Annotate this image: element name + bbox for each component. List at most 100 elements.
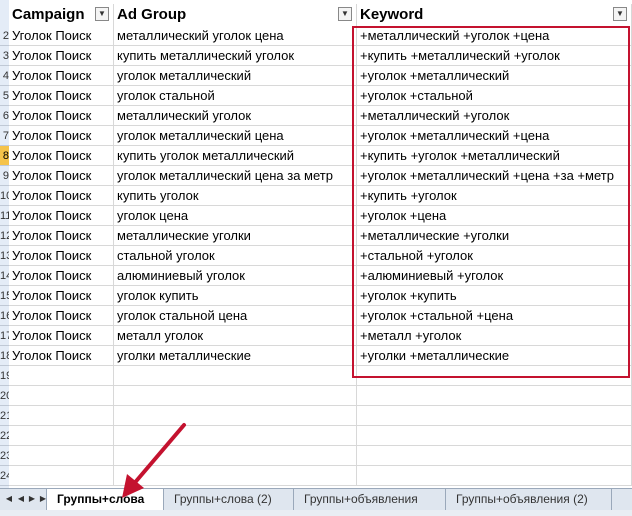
adgroup-cell[interactable] xyxy=(114,406,357,426)
campaign-cell[interactable]: Уголок Поиск xyxy=(9,306,114,326)
keyword-cell[interactable]: +купить +уголок +металлический xyxy=(357,146,632,166)
sheet-tab-0[interactable]: Группы+слова xyxy=(46,489,164,510)
row-number[interactable]: 2 xyxy=(0,26,9,46)
campaign-cell[interactable]: Уголок Поиск xyxy=(9,226,114,246)
row-number[interactable]: 20 xyxy=(0,386,9,406)
adgroup-cell[interactable]: металлический уголок xyxy=(114,106,357,126)
keyword-cell[interactable]: +уголок +цена xyxy=(357,206,632,226)
campaign-cell[interactable]: Уголок Поиск xyxy=(9,146,114,166)
adgroup-cell[interactable]: купить металлический уголок xyxy=(114,46,357,66)
keyword-cell[interactable]: +уголки +металлические xyxy=(357,346,632,366)
row-number[interactable]: 7 xyxy=(0,126,9,146)
campaign-cell[interactable]: Уголок Поиск xyxy=(9,186,114,206)
row-number[interactable]: 9 xyxy=(0,166,9,186)
campaign-cell[interactable] xyxy=(9,466,114,486)
adgroup-cell[interactable]: алюминиевый уголок xyxy=(114,266,357,286)
campaign-cell[interactable]: Уголок Поиск xyxy=(9,126,114,146)
row-number[interactable]: 10 xyxy=(0,186,9,206)
campaign-cell[interactable]: Уголок Поиск xyxy=(9,86,114,106)
keyword-cell[interactable]: +уголок +металлический +цена +за +метр xyxy=(357,166,632,186)
next-sheet-icon[interactable]: ▶ xyxy=(27,493,37,505)
adgroup-cell[interactable] xyxy=(114,426,357,446)
campaign-cell[interactable]: Уголок Поиск xyxy=(9,106,114,126)
row-number[interactable]: 21 xyxy=(0,406,9,426)
adgroup-cell[interactable]: уголок металлический xyxy=(114,66,357,86)
spreadsheet-grid[interactable]: 23456789101112131415161718192021222324 C… xyxy=(0,0,632,488)
row-number[interactable]: 14 xyxy=(0,266,9,286)
adgroup-cell[interactable]: уголок металлический цена за метр xyxy=(114,166,357,186)
adgroup-cell[interactable] xyxy=(114,466,357,486)
row-number[interactable]: 8 xyxy=(0,146,9,166)
campaign-cell[interactable]: Уголок Поиск xyxy=(9,266,114,286)
adgroup-cell[interactable]: уголок купить xyxy=(114,286,357,306)
campaign-cell[interactable]: Уголок Поиск xyxy=(9,206,114,226)
sheet-tab-3[interactable]: Группы+объявления (2) xyxy=(446,489,612,510)
keyword-cell[interactable]: +уголок +стальной xyxy=(357,86,632,106)
adgroup-cell[interactable]: уголок металлический цена xyxy=(114,126,357,146)
campaign-cell[interactable] xyxy=(9,386,114,406)
row-number[interactable]: 16 xyxy=(0,306,9,326)
row-number[interactable]: 17 xyxy=(0,326,9,346)
keyword-cell[interactable]: +стальной +уголок xyxy=(357,246,632,266)
adgroup-cell[interactable] xyxy=(114,386,357,406)
campaign-cell[interactable]: Уголок Поиск xyxy=(9,26,114,46)
adgroup-cell[interactable]: металл уголок xyxy=(114,326,357,346)
keyword-cell[interactable]: +металл +уголок xyxy=(357,326,632,346)
adgroup-cell[interactable] xyxy=(114,366,357,386)
adgroup-cell[interactable]: уголки металлические xyxy=(114,346,357,366)
row-number[interactable]: 15 xyxy=(0,286,9,306)
first-sheet-icon[interactable]: ◀ xyxy=(4,493,14,505)
keyword-cell[interactable]: +уголок +металлический xyxy=(357,66,632,86)
campaign-cell[interactable]: Уголок Поиск xyxy=(9,346,114,366)
keyword-cell[interactable]: +металлический +уголок xyxy=(357,106,632,126)
keyword-cell[interactable]: +уголок +купить xyxy=(357,286,632,306)
header-keyword[interactable]: Keyword ▼ xyxy=(357,4,632,26)
campaign-cell[interactable] xyxy=(9,426,114,446)
keyword-cell[interactable] xyxy=(357,446,632,466)
adgroup-cell[interactable]: уголок стальной xyxy=(114,86,357,106)
campaign-cell[interactable] xyxy=(9,406,114,426)
row-number[interactable]: 11 xyxy=(0,206,9,226)
filter-dropdown-icon[interactable]: ▼ xyxy=(95,7,109,21)
adgroup-cell[interactable]: купить уголок металлический xyxy=(114,146,357,166)
sheet-tab-1[interactable]: Группы+слова (2) xyxy=(164,489,294,510)
row-number[interactable]: 13 xyxy=(0,246,9,266)
campaign-cell[interactable] xyxy=(9,446,114,466)
sheet-tab-2[interactable]: Группы+объявления xyxy=(294,489,446,510)
keyword-cell[interactable]: +купить +уголок xyxy=(357,186,632,206)
keyword-cell[interactable]: +купить +металлический +уголок xyxy=(357,46,632,66)
row-number[interactable]: 18 xyxy=(0,346,9,366)
campaign-cell[interactable]: Уголок Поиск xyxy=(9,326,114,346)
campaign-cell[interactable]: Уголок Поиск xyxy=(9,286,114,306)
adgroup-cell[interactable]: металлические уголки xyxy=(114,226,357,246)
header-adgroup[interactable]: Ad Group ▼ xyxy=(114,4,357,26)
row-number[interactable]: 5 xyxy=(0,86,9,106)
filter-dropdown-icon[interactable]: ▼ xyxy=(338,7,352,21)
adgroup-cell[interactable]: стальной уголок xyxy=(114,246,357,266)
row-number[interactable]: 19 xyxy=(0,366,9,386)
keyword-cell[interactable] xyxy=(357,366,632,386)
row-number[interactable]: 6 xyxy=(0,106,9,126)
adgroup-cell[interactable]: уголок цена xyxy=(114,206,357,226)
keyword-cell[interactable] xyxy=(357,406,632,426)
adgroup-cell[interactable]: уголок стальной цена xyxy=(114,306,357,326)
keyword-cell[interactable] xyxy=(357,386,632,406)
campaign-cell[interactable] xyxy=(9,366,114,386)
campaign-cell[interactable]: Уголок Поиск xyxy=(9,166,114,186)
keyword-cell[interactable]: +уголок +стальной +цена xyxy=(357,306,632,326)
adgroup-cell[interactable]: купить уголок xyxy=(114,186,357,206)
header-campaign[interactable]: Campaign ▼ xyxy=(9,4,114,26)
row-number[interactable]: 4 xyxy=(0,66,9,86)
prev-sheet-icon[interactable]: ◀ xyxy=(16,493,26,505)
horizontal-scrollbar[interactable] xyxy=(0,510,632,516)
keyword-cell[interactable]: +металлический +уголок +цена xyxy=(357,26,632,46)
row-number[interactable]: 12 xyxy=(0,226,9,246)
row-number[interactable]: 23 xyxy=(0,446,9,466)
keyword-cell[interactable] xyxy=(357,426,632,446)
row-number[interactable]: 24 xyxy=(0,466,9,486)
campaign-cell[interactable]: Уголок Поиск xyxy=(9,46,114,66)
filter-dropdown-icon[interactable]: ▼ xyxy=(613,7,627,21)
row-number[interactable]: 22 xyxy=(0,426,9,446)
keyword-cell[interactable] xyxy=(357,466,632,486)
adgroup-cell[interactable]: металлический уголок цена xyxy=(114,26,357,46)
